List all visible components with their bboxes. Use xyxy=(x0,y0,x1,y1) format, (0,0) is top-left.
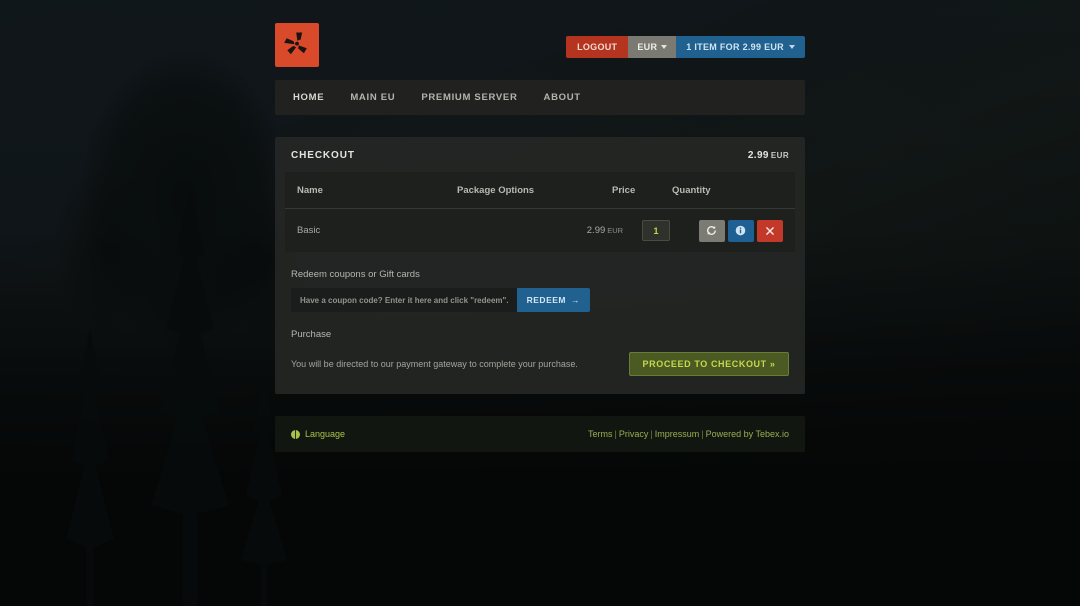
redeem-label: REDEEM xyxy=(526,295,566,305)
chevron-down-icon xyxy=(661,45,668,49)
coupon-input[interactable] xyxy=(291,288,517,312)
purchase-row: You will be directed to our payment gate… xyxy=(275,348,805,376)
column-header-quantity: Quantity xyxy=(672,184,711,196)
page-title: CHECKOUT xyxy=(291,150,355,161)
cart-total: 2.99 EUR xyxy=(748,150,789,161)
quantity-input[interactable]: 1 xyxy=(641,220,670,241)
cart-table-card: Name Package Options Price Quantity Basi… xyxy=(285,172,795,252)
update-quantity-button[interactable] xyxy=(698,219,725,242)
purchase-section-label: Purchase xyxy=(291,329,332,340)
logout-label: LOGOUT xyxy=(577,42,618,52)
cell-price-currency: EUR xyxy=(607,226,624,235)
site-footer: Language Terms | Privacy | Impressum | Powered… xyxy=(275,416,805,452)
nav-item-premium-server[interactable]: PREMIUM SERVER xyxy=(421,92,517,103)
footer-separator: | xyxy=(614,429,617,439)
checkout-header: CHECKOUT 2.99 EUR xyxy=(275,137,805,172)
currency-selector[interactable]: EUR xyxy=(628,36,677,58)
footer-link-impressum[interactable]: Impressum xyxy=(655,429,700,439)
column-header-price: Price xyxy=(612,184,636,196)
arrow-right-icon: → xyxy=(571,295,580,305)
refresh-icon xyxy=(707,225,717,236)
cell-quantity: 1 xyxy=(641,220,699,241)
currency-label: EUR xyxy=(637,42,658,52)
footer-links: Terms | Privacy | Impressum | Powered by Tebex… xyxy=(588,429,789,439)
page-root: LOGOUT EUR 1 ITEM FOR 2.99 EUR HOME MAIN… xyxy=(0,0,1080,606)
tree-silhouette xyxy=(66,326,114,606)
main-navigation: HOME MAIN EU PREMIUM SERVER ABOUT xyxy=(275,80,805,115)
close-icon xyxy=(766,226,774,235)
nav-item-main-eu[interactable]: MAIN EU xyxy=(350,92,395,103)
content-column: LOGOUT EUR 1 ITEM FOR 2.99 EUR HOME MAIN… xyxy=(275,0,805,452)
top-button-group: LOGOUT EUR 1 ITEM FOR 2.99 EUR xyxy=(566,36,805,58)
cell-price-amount: 2.99 xyxy=(586,225,606,236)
item-info-button[interactable] xyxy=(727,219,754,242)
proceed-to-checkout-button[interactable]: PROCEED TO CHECKOUT » xyxy=(629,352,789,376)
cell-item-name: Basic xyxy=(297,225,321,236)
cell-actions xyxy=(698,219,783,242)
footer-separator: | xyxy=(650,429,653,439)
language-selector[interactable]: Language xyxy=(291,429,345,439)
logout-button[interactable]: LOGOUT xyxy=(566,36,629,58)
cart-label: 1 ITEM FOR 2.99 EUR xyxy=(686,42,784,52)
tree-silhouette xyxy=(151,186,229,606)
purchase-note: You will be directed to our payment gate… xyxy=(291,359,578,369)
chevron-down-icon xyxy=(789,45,795,49)
cell-price: 2.99 EUR xyxy=(587,225,642,236)
cart-button[interactable]: 1 ITEM FOR 2.99 EUR xyxy=(676,36,805,58)
footer-link-tebex[interactable]: Powered by Tebex.io xyxy=(706,429,789,439)
table-row: Basic 2.99 EUR 1 xyxy=(285,208,795,252)
cart-total-amount: 2.99 xyxy=(747,150,769,161)
footer-link-privacy[interactable]: Privacy xyxy=(619,429,649,439)
redeem-button[interactable]: REDEEM → xyxy=(516,288,590,312)
column-header-options: Package Options xyxy=(457,184,535,196)
footer-separator: | xyxy=(701,429,704,439)
checkout-panel: CHECKOUT 2.99 EUR Name Package Options Pr… xyxy=(275,137,805,394)
nav-item-home[interactable]: HOME xyxy=(293,92,324,103)
language-label: Language xyxy=(305,429,346,439)
info-icon xyxy=(736,225,746,236)
globe-icon xyxy=(291,429,300,439)
coupon-form: REDEEM → xyxy=(291,288,590,312)
column-header-name: Name xyxy=(297,184,323,196)
cart-total-currency: EUR xyxy=(770,151,789,160)
remove-item-button[interactable] xyxy=(756,219,783,242)
site-logo[interactable] xyxy=(275,23,319,67)
top-bar: LOGOUT EUR 1 ITEM FOR 2.99 EUR xyxy=(275,16,805,80)
footer-link-terms[interactable]: Terms xyxy=(588,429,613,439)
table-header-row: Name Package Options Price Quantity xyxy=(285,172,795,208)
coupon-section-label: Redeem coupons or Gift cards xyxy=(291,269,420,280)
propeller-logo-icon xyxy=(284,32,307,55)
nav-item-about[interactable]: ABOUT xyxy=(544,92,581,103)
